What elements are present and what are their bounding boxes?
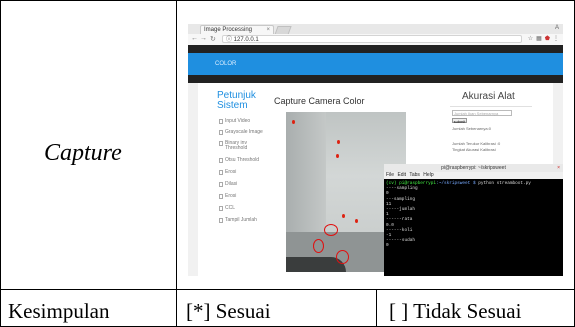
table-divider: [376, 289, 377, 327]
option-tidak-sesuai[interactable]: [ ] Tidak Sesuai: [389, 299, 521, 324]
site-navbar: COLOR: [188, 53, 563, 75]
conclusion-label: Kesimpulan: [8, 299, 110, 323]
shield-icon[interactable]: ⬟: [545, 36, 550, 42]
terminal-line: ----sampling: [386, 186, 418, 192]
site-brand[interactable]: COLOR: [215, 61, 236, 67]
image-icon: [219, 141, 223, 146]
terminal-output: (cv) pi@raspberrypi:~/skripsweet $ pytho…: [386, 181, 561, 249]
accuracy-text: Jumlah Sebenarnya:0: [452, 126, 491, 131]
divider: [450, 106, 532, 107]
forward-icon[interactable]: →: [200, 35, 207, 42]
window-controls[interactable]: A: [555, 25, 559, 31]
sidebar-item[interactable]: Tampil Jumlah: [219, 218, 257, 223]
extension-icon[interactable]: ▦: [536, 36, 542, 42]
close-icon[interactable]: ×: [557, 164, 560, 172]
url-text: 127.0.0.1: [233, 37, 259, 43]
back-icon[interactable]: ←: [191, 35, 198, 42]
image-icon: [219, 158, 223, 163]
detected-object: [355, 219, 358, 223]
image-icon: [219, 206, 223, 211]
terminal-command: python streamboot.py: [475, 181, 531, 186]
sidebar-item[interactable]: Binary inv Threshold: [219, 141, 247, 151]
terminal-line: 0: [386, 243, 389, 249]
sidebar-title-line: Sistem: [217, 100, 248, 111]
fish-count-input[interactable]: Jumlah Ikan Sebenarnya: [452, 110, 512, 116]
detection-circle: [313, 239, 324, 253]
option-sesuai[interactable]: [*] Sesuai: [186, 299, 271, 324]
image-icon: [219, 170, 223, 175]
terminal-window[interactable]: pi@raspberrypi: ~/skripsweet × File Edit…: [384, 164, 563, 276]
accuracy-title: Akurasi Alat: [462, 91, 515, 102]
video-icon: [219, 119, 223, 124]
detected-object: [336, 154, 339, 158]
site-header: COLOR: [188, 45, 563, 83]
detected-object: [337, 140, 340, 144]
terminal-prompt-path: :~/skripsweet $: [436, 181, 476, 186]
browser-tabbar: Image Processing × A: [188, 24, 563, 35]
detection-circle: [324, 224, 338, 236]
star-icon[interactable]: ☆: [528, 36, 533, 42]
submit-button[interactable]: submit: [452, 118, 467, 124]
detection-circle: [336, 250, 349, 264]
browser-tab[interactable]: Image Processing ×: [200, 25, 274, 34]
terminal-line: -----jumlah: [386, 207, 415, 213]
menu-icon[interactable]: ⋮: [553, 36, 559, 42]
browser-screenshot: Image Processing × A ← → ↻ ⓘ 127.0.0.1 ☆…: [188, 24, 563, 276]
image-icon: [219, 130, 223, 135]
sidebar-title: Petunjuk Sistem: [217, 91, 256, 111]
terminal-menu[interactable]: File Edit Tabs Help: [384, 172, 563, 179]
sidebar-item[interactable]: CCL: [219, 206, 235, 211]
accuracy-text: Jumlah Terukur Kalibrasi :0: [452, 141, 501, 146]
sidebar-item[interactable]: Erosi: [219, 194, 236, 199]
browser-toolbar-icons: ☆ ▦ ⬟ ⋮: [525, 35, 559, 42]
image-icon: [219, 194, 223, 199]
image-icon: [219, 218, 223, 223]
sidebar-item[interactable]: Input Video: [219, 119, 250, 124]
detected-object: [292, 120, 295, 124]
reload-icon[interactable]: ↻: [210, 35, 216, 43]
terminal-title: pi@raspberrypi: ~/skripsweet: [441, 165, 506, 171]
terminal-line: ------sudah: [386, 238, 415, 244]
table-divider: [176, 0, 177, 327]
image-icon: [219, 182, 223, 187]
detected-object: [342, 214, 345, 218]
tab-title: Image Processing: [204, 27, 253, 33]
accuracy-text: Tingkat Akurasi Kalibrasi: [452, 147, 496, 152]
main-title: Capture Camera Color: [274, 96, 365, 106]
table-divider: [0, 289, 575, 290]
sidebar-item[interactable]: Dilasi: [219, 182, 237, 187]
row-label: Capture: [44, 140, 122, 166]
sidebar-item[interactable]: Erosi: [219, 170, 236, 175]
terminal-titlebar[interactable]: pi@raspberrypi: ~/skripsweet ×: [384, 164, 563, 172]
sidebar-item[interactable]: Otsu Threshold: [219, 158, 259, 163]
url-input[interactable]: ⓘ 127.0.0.1: [222, 35, 522, 43]
sidebar-item[interactable]: Grayscale Image: [219, 130, 263, 135]
